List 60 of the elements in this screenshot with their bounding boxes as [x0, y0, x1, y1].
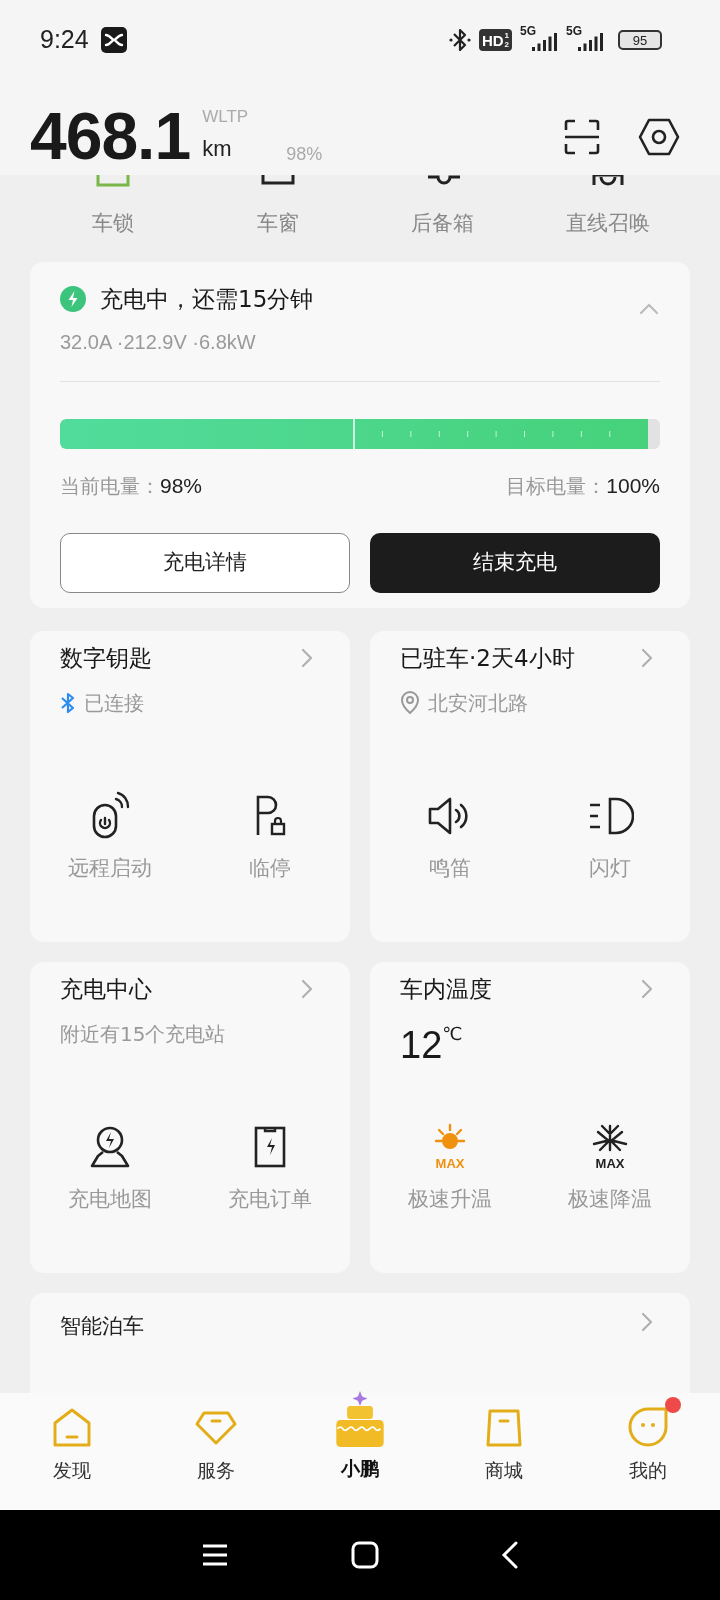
parking-location: 北安河北路 [428, 690, 528, 717]
chevron-right-icon[interactable] [300, 647, 314, 669]
card-action[interactable]: 临停 [190, 791, 350, 882]
tab-item[interactable]: 商城 [432, 1393, 576, 1510]
card-action[interactable]: 鸣笛 [370, 791, 530, 882]
quick-action[interactable]: 后备箱 [360, 175, 525, 239]
chevron-right-icon[interactable] [640, 647, 654, 669]
charging-stats: 32.0A ·212.9V ·6.8kW [60, 329, 257, 355]
nearby-stations: 附近有15个充电站 [60, 1021, 226, 1048]
card-action[interactable]: MAX 极速升温 [370, 1122, 530, 1213]
stop-charging-button[interactable]: 结束充电 [370, 532, 660, 593]
bluetooth-icon [448, 27, 471, 53]
tab-item[interactable]: 服务 [144, 1393, 288, 1510]
home-button-icon[interactable] [351, 1541, 379, 1569]
chevron-right-icon[interactable] [640, 1311, 654, 1333]
charging-bolt-icon [60, 285, 86, 312]
card-title: 车内温度 [400, 974, 492, 1004]
charging-details-button[interactable]: 充电详情 [60, 532, 350, 593]
target-charge-label: 目标电量： [506, 472, 607, 500]
range-standard: WLTP [202, 106, 249, 128]
tab-item[interactable]: 小鹏 [288, 1393, 432, 1510]
app-logo-icon [100, 27, 127, 53]
card-action[interactable]: 远程启动 [30, 791, 190, 882]
temperature-value: 12 [400, 1023, 443, 1067]
location-pin-icon [400, 691, 420, 715]
menu-icon[interactable] [201, 1543, 229, 1567]
target-charge-value: 100% [606, 472, 660, 499]
status-time: 9:24 [40, 24, 89, 56]
settings-icon[interactable] [638, 118, 680, 156]
range-unit: km [202, 135, 233, 163]
card-action[interactable]: 充电订单 [190, 1122, 350, 1213]
current-charge-value: 98% [160, 472, 203, 499]
tab-item[interactable]: 发现 [0, 1393, 144, 1510]
card-action[interactable]: 充电地图 [30, 1122, 190, 1213]
battery-percent: 98% [286, 143, 323, 166]
range-value: 468.1 [30, 98, 191, 175]
signal-indicator: 5G [566, 27, 604, 53]
card-title: 数字钥匙 [60, 643, 152, 673]
quick-action[interactable]: 直线召唤 [525, 175, 690, 239]
back-icon[interactable] [501, 1541, 519, 1569]
tab-item[interactable]: 我的 [576, 1393, 720, 1510]
current-charge-label: 当前电量： [60, 472, 160, 500]
quick-action[interactable]: 车窗 [195, 175, 360, 239]
chevron-right-icon[interactable] [300, 978, 314, 1000]
card-title: 已驻车·2天4小时 [400, 643, 575, 673]
battery-indicator: 95 [618, 30, 662, 50]
card-title: 充电中心 [60, 974, 152, 1004]
scan-icon[interactable] [564, 119, 600, 155]
temperature-unit: ℃ [442, 1023, 463, 1045]
quick-action[interactable]: 车锁 [30, 175, 195, 239]
signal-indicator: 5G [520, 27, 558, 53]
chevron-right-icon[interactable] [640, 978, 654, 1000]
smiley-icon [626, 1405, 670, 1449]
card-action[interactable]: 闪灯 [530, 791, 690, 882]
smart-parking-card[interactable]: 智能泊车 [30, 1293, 690, 1393]
connection-status: 已连接 [84, 690, 144, 717]
collapse-icon[interactable] [638, 301, 660, 316]
charging-title: 充电中，还需15分钟 [100, 284, 314, 314]
card-action[interactable]: MAX 极速降温 [530, 1122, 690, 1213]
bluetooth-icon [60, 692, 76, 714]
